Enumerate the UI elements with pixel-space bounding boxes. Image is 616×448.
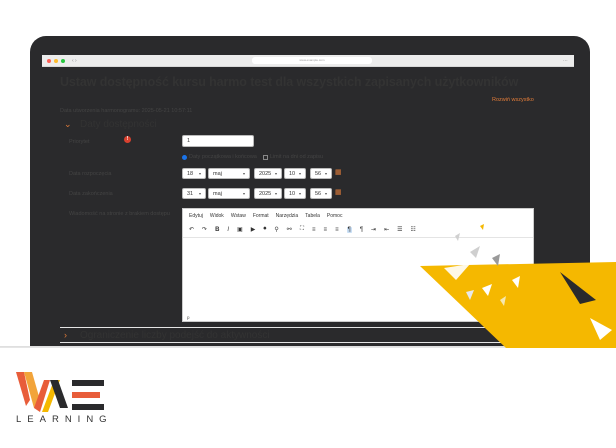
chevron-down-icon: ▾ — [324, 191, 327, 196]
menu-insert[interactable]: Wstaw — [231, 213, 246, 219]
chevron-down-icon: ▾ — [324, 171, 327, 176]
priority-label: Priorytet — [69, 139, 90, 145]
align-center-icon[interactable]: ≡ — [324, 227, 328, 233]
radio-dates-label: Daty początkowa i końcowa — [189, 154, 257, 160]
fullscreen-icon[interactable]: ⛶ — [300, 226, 304, 233]
section-attempts-label: Ograniczenie liczby podejść do aktywnośc… — [80, 329, 270, 341]
end-year-select[interactable]: 2025 ▾ — [254, 188, 282, 199]
menu-table[interactable]: Tabela — [305, 213, 320, 219]
start-year-value: 2025 — [259, 170, 272, 177]
radio-dates[interactable]: Daty początkowa i końcowa — [182, 154, 257, 160]
close-dot-icon[interactable] — [47, 58, 51, 63]
section-attempts-header[interactable]: › Ograniczenie liczby podejść do aktywno… — [60, 327, 530, 343]
priority-input[interactable]: 1 — [182, 135, 254, 147]
expand-all-link[interactable]: Rozwiń wszystko — [492, 97, 534, 103]
created-date: Data utworzenia harmonogramu: 2025-05-21… — [60, 108, 193, 114]
stage: ‹ › www.example.com ⋯ Ustaw dostępność k… — [0, 0, 616, 448]
maximize-dot-icon[interactable] — [61, 58, 65, 63]
start-day-value: 18 — [187, 170, 194, 177]
start-hour-value: 10 — [289, 170, 296, 177]
editor-toolbar: ↶ ↷ B I ▣ ▶ ⏺ ⚲ ⚯ ⛶ ≡ ≡ ≡ ¶ ¶ ⇥ ⇤ ☰ ☷ — [189, 226, 416, 233]
radio-limit-label: Limit na dni od zapisu — [269, 154, 324, 160]
image-icon[interactable]: ▣ — [237, 226, 243, 233]
end-hour-select[interactable]: 10 ▾ — [284, 188, 306, 199]
browser-bar: ‹ › www.example.com ⋯ — [42, 55, 574, 67]
editor-content-area[interactable] — [183, 237, 533, 315]
start-hour-select[interactable]: 10 ▾ — [284, 168, 306, 179]
url-bar[interactable]: www.example.com — [252, 57, 372, 64]
end-day-value: 31 — [187, 190, 194, 197]
chevron-down-icon: ▾ — [274, 171, 277, 176]
rtl-icon[interactable]: ¶ — [360, 227, 363, 233]
chevron-down-icon: ▾ — [242, 191, 245, 196]
message-label: Wiadomość na stronie z brakiem dostępu — [69, 211, 170, 217]
menu-view[interactable]: Widok — [210, 213, 224, 219]
media-icon[interactable]: ▶ — [251, 226, 256, 233]
chevron-down-icon: ▾ — [298, 171, 301, 176]
start-day-select[interactable]: 18 ▾ — [182, 168, 206, 179]
end-minute-select[interactable]: 56 ▾ — [310, 188, 332, 199]
menu-help[interactable]: Pomoc — [327, 213, 343, 219]
chevron-down-icon: ⌄ — [64, 119, 72, 129]
redo-icon[interactable]: ↷ — [202, 226, 207, 233]
editor-menubar: Edytuj Widok Wstaw Format Narzędzia Tabe… — [189, 213, 342, 219]
radio-limit[interactable]: Limit na dni od zapisu — [262, 154, 324, 160]
chevron-down-icon: ▾ — [198, 191, 201, 196]
required-icon: ! — [124, 136, 131, 143]
numbered-list-icon[interactable]: ☷ — [411, 226, 416, 233]
checkbox-icon — [262, 154, 268, 160]
window-controls — [47, 58, 65, 63]
align-right-icon[interactable]: ≡ — [335, 227, 339, 233]
start-year-select[interactable]: 2025 ▾ — [254, 168, 282, 179]
menu-format[interactable]: Format — [253, 213, 269, 219]
end-day-select[interactable]: 31 ▾ — [182, 188, 206, 199]
chevron-down-icon: ▾ — [242, 171, 245, 176]
section-availability-header[interactable]: ⌄ Daty dostępności — [64, 119, 157, 130]
start-minute-value: 56 — [315, 170, 322, 177]
indent-icon[interactable]: ⇥ — [371, 226, 376, 233]
logo-text: LEARNING — [16, 414, 113, 425]
radio-checked-icon — [182, 154, 187, 160]
end-date-label: Data zakończenia — [69, 191, 113, 197]
bullet-list-icon[interactable]: ☰ — [397, 226, 402, 233]
calendar-icon[interactable]: ▦ — [335, 188, 342, 196]
italic-icon[interactable]: I — [227, 227, 229, 233]
menu-tools[interactable]: Narzędzia — [276, 213, 299, 219]
menu-edit[interactable]: Edytuj — [189, 213, 203, 219]
minimize-dot-icon[interactable] — [54, 58, 58, 63]
end-minute-value: 56 — [315, 190, 322, 197]
browser-actions-icon[interactable]: ⋯ — [563, 58, 568, 64]
chevron-right-icon: › — [64, 330, 67, 340]
date-mode-radios: Daty początkowa i końcowa Limit na dni o… — [182, 154, 323, 160]
page-title: Ustaw dostępność kursu harmo test dla ws… — [60, 75, 519, 89]
section-availability-label: Daty dostępności — [80, 119, 157, 130]
nav-arrows-icon[interactable]: ‹ › — [72, 58, 77, 64]
end-year-value: 2025 — [259, 190, 272, 197]
start-minute-select[interactable]: 56 ▾ — [310, 168, 332, 179]
start-month-value: maj — [213, 170, 222, 177]
chevron-down-icon: ▾ — [298, 191, 301, 196]
calendar-icon[interactable]: ▦ — [335, 168, 342, 176]
start-date-label: Data rozpoczęcia — [69, 171, 112, 177]
end-hour-value: 10 — [289, 190, 296, 197]
start-month-select[interactable]: maj ▾ — [208, 168, 250, 179]
chevron-down-icon: ▾ — [198, 171, 201, 176]
undo-icon[interactable]: ↶ — [189, 226, 194, 233]
bold-icon[interactable]: B — [215, 227, 219, 233]
record-icon[interactable]: ⏺ — [263, 226, 266, 233]
unlink-icon[interactable]: ⚯ — [287, 226, 292, 233]
link-icon[interactable]: ⚲ — [274, 226, 278, 233]
end-month-select[interactable]: maj ▾ — [208, 188, 250, 199]
end-month-value: maj — [213, 190, 222, 197]
align-left-icon[interactable]: ≡ — [312, 227, 316, 233]
ltr-icon[interactable]: ¶ — [346, 226, 352, 233]
rich-text-editor: Edytuj Widok Wstaw Format Narzędzia Tabe… — [182, 208, 534, 322]
chevron-down-icon: ▾ — [274, 191, 277, 196]
outdent-icon[interactable]: ⇤ — [384, 226, 389, 233]
editor-status-path: p — [187, 315, 190, 320]
